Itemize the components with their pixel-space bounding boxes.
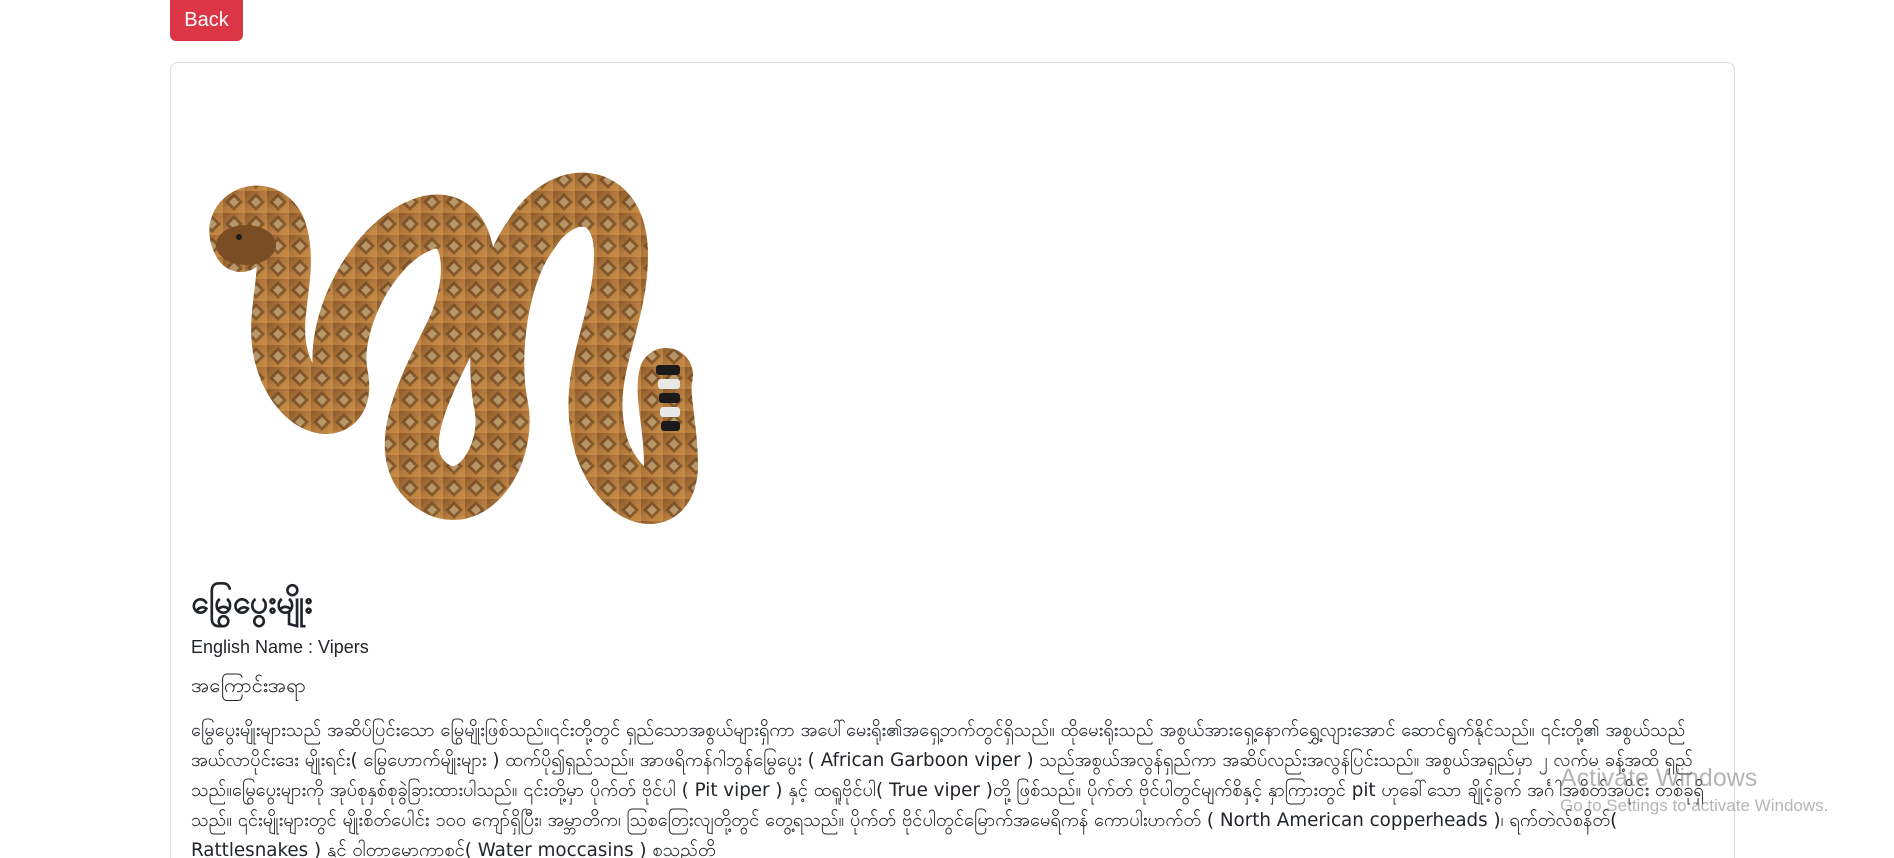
english-name: English Name : Vipers [191,637,369,657]
snake-title: မြွေပွေးမျိုး [191,583,313,621]
snake-card: မြွေပွေးမျိုး English Name : Vipers အကြေ… [170,62,1735,858]
page: Back မြွေပွေးမျိုး English Name: Vipers… [0,0,1894,858]
snake-image [209,172,698,524]
snake-description: မြွေပွေးမျိုးများသည် အဆိပ်ပြင်းသော မြွေမ… [191,720,1704,858]
card-body: မြွေပွေးမျိုး English Name : Vipers အကြေ… [191,578,1721,858]
back-button[interactable]: Back [170,0,243,41]
section-label: အကြောင်းအရာ [191,673,306,697]
